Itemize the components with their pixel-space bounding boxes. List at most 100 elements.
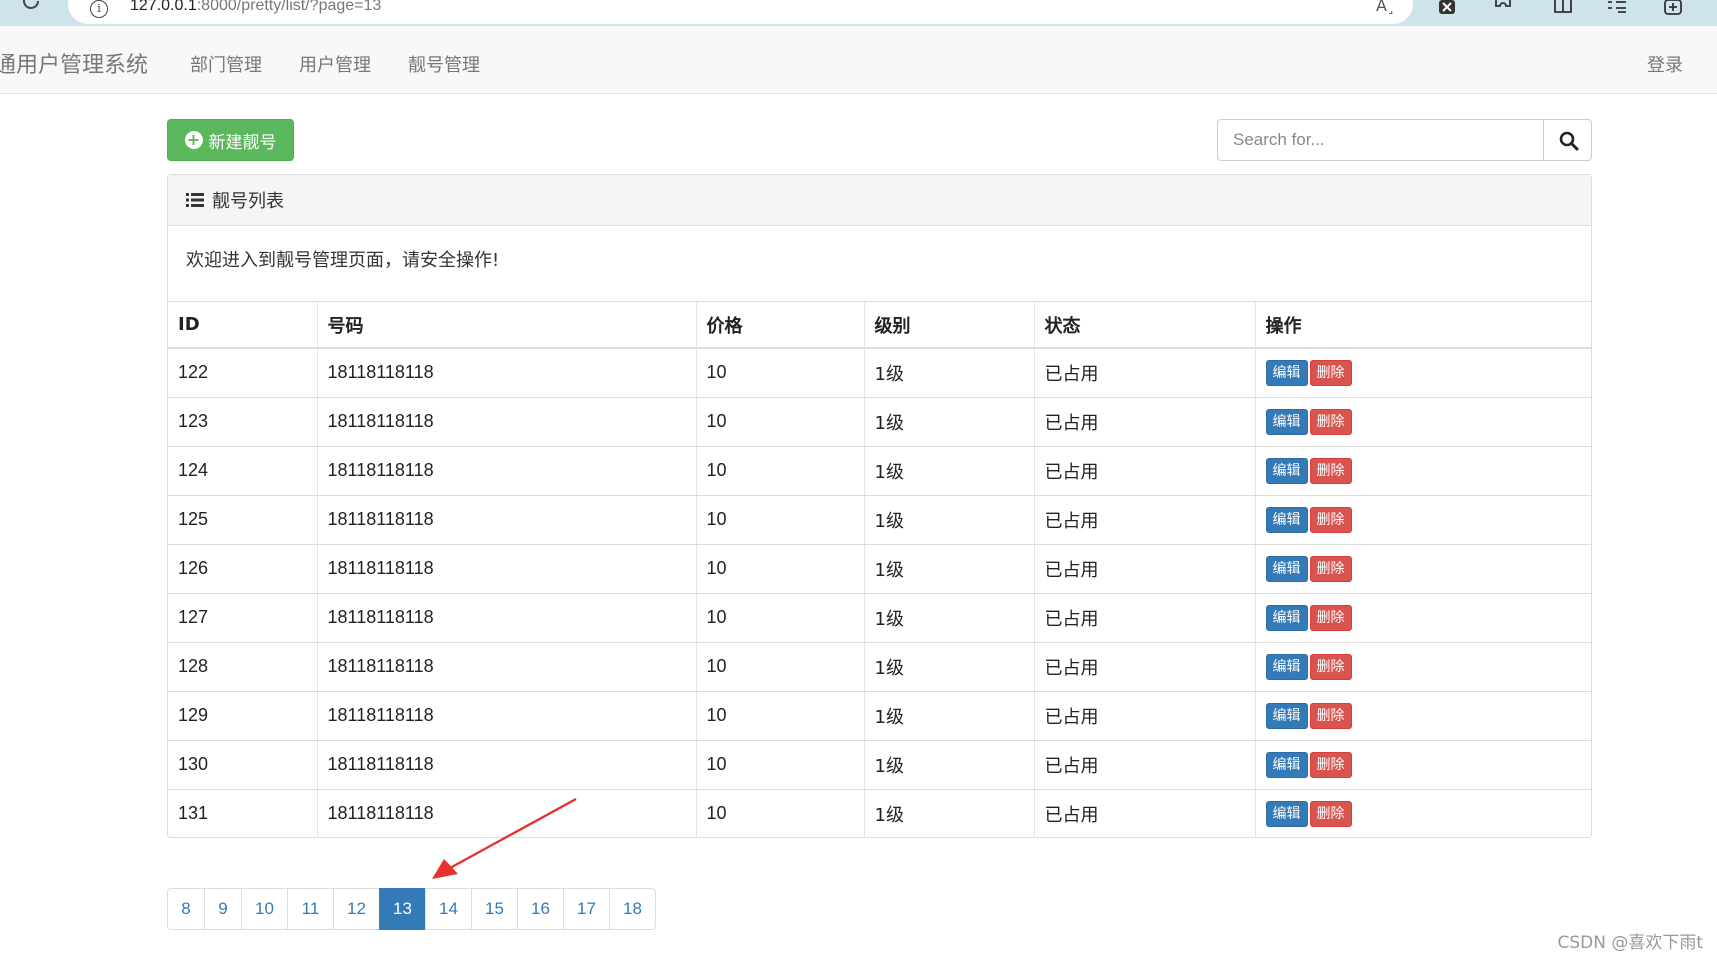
cell-status: 已占用 (1034, 593, 1256, 643)
address-bar[interactable]: i 127.0.0.1:8000/pretty/list/?page=13 A¸… (68, 0, 1456, 24)
edit-button[interactable]: 编辑 (1265, 506, 1308, 533)
cell-price: 10 (696, 593, 865, 643)
cell-price: 10 (696, 446, 865, 496)
table-row: 129 18118118118 10 1级 已占用 编辑 删除 (168, 691, 1591, 741)
delete-button[interactable]: 删除 (1309, 604, 1352, 631)
table-row: 130 18118118118 10 1级 已占用 编辑 删除 (168, 740, 1591, 790)
nav-login[interactable]: 登录 (1647, 51, 1683, 77)
cell-mobile: 18118118118 (317, 544, 697, 594)
search-input[interactable] (1217, 119, 1544, 161)
list-icon (186, 193, 204, 207)
brand-title[interactable]: 通用户管理系统 (0, 47, 148, 79)
delete-button[interactable]: 删除 (1309, 800, 1352, 827)
page-link-9[interactable]: 9 (204, 888, 242, 930)
cell-status: 已占用 (1034, 397, 1256, 447)
edit-button[interactable]: 编辑 (1265, 751, 1308, 778)
page-link-16[interactable]: 16 (517, 888, 564, 930)
delete-button[interactable]: 删除 (1309, 751, 1352, 778)
cell-level: 1级 (864, 691, 1035, 741)
edit-button[interactable]: 编辑 (1265, 800, 1308, 827)
cell-actions: 编辑 删除 (1255, 348, 1591, 398)
site-info-icon[interactable]: i (90, 0, 108, 18)
table-row: 125 18118118118 10 1级 已占用 编辑 删除 (168, 495, 1591, 545)
table-row: 127 18118118118 10 1级 已占用 编辑 删除 (168, 593, 1591, 643)
page-link-18[interactable]: 18 (609, 888, 656, 930)
collections-icon[interactable] (1662, 0, 1684, 18)
edit-button[interactable]: 编辑 (1265, 457, 1308, 484)
nav-department[interactable]: 部门管理 (190, 51, 262, 77)
cell-mobile: 18118118118 (317, 740, 697, 790)
split-screen-icon[interactable] (1552, 0, 1574, 18)
cell-id: 129 (168, 691, 318, 741)
page-link-12[interactable]: 12 (333, 888, 380, 930)
cell-status: 已占用 (1034, 544, 1256, 594)
page-link-10[interactable]: 10 (241, 888, 288, 930)
favorites-list-icon[interactable] (1606, 0, 1628, 18)
nav-users[interactable]: 用户管理 (299, 51, 371, 77)
delete-button[interactable]: 删除 (1309, 506, 1352, 533)
cell-level: 1级 (864, 740, 1035, 790)
cell-mobile: 18118118118 (317, 495, 697, 545)
cell-actions: 编辑 删除 (1255, 593, 1591, 643)
edit-button[interactable]: 编辑 (1265, 408, 1308, 435)
edit-button[interactable]: 编辑 (1265, 604, 1308, 631)
table-row: 131 18118118118 10 1级 已占用 编辑 删除 (168, 789, 1591, 838)
cell-id: 130 (168, 740, 318, 790)
cell-mobile: 18118118118 (317, 446, 697, 496)
pretty-number-table: ID 号码 价格 级别 状态 操作 122 18118118118 10 1级 已占用编… (168, 302, 1591, 838)
table-row: 124 18118118118 10 1级 已占用 编辑 删除 (168, 446, 1591, 496)
read-aloud-icon[interactable]: A¸ (1376, 0, 1395, 15)
delete-button[interactable]: 删除 (1309, 359, 1352, 386)
pagination: 8 9 10 11 12 13 14 15 16 17 18 (167, 888, 656, 930)
extension-x-icon[interactable] (1436, 0, 1458, 18)
page-link-17[interactable]: 17 (563, 888, 610, 930)
page-link-13[interactable]: 13 (379, 888, 426, 930)
cell-actions: 编辑 删除 (1255, 789, 1591, 838)
plus-circle-icon: + (184, 131, 203, 149)
cell-id: 128 (168, 642, 318, 692)
cell-price: 10 (696, 642, 865, 692)
cell-mobile: 18118118118 (317, 593, 697, 643)
panel-title: 靓号列表 (212, 191, 284, 212)
panel-heading: 靓号列表 (168, 175, 1591, 226)
cell-id: 127 (168, 593, 318, 643)
delete-button[interactable]: 删除 (1309, 408, 1352, 435)
new-pretty-number-button[interactable]: + 新建靓号 (167, 119, 294, 161)
delete-button[interactable]: 删除 (1309, 555, 1352, 582)
table-row: 122 18118118118 10 1级 已占用 编辑 删除 (168, 348, 1591, 398)
search-button[interactable] (1543, 119, 1592, 161)
page-link-15[interactable]: 15 (471, 888, 518, 930)
panel-welcome-text: 欢迎进入到靓号管理页面，请安全操作! (168, 226, 1591, 302)
reload-icon[interactable] (18, 0, 44, 14)
cell-level: 1级 (864, 348, 1035, 398)
cell-price: 10 (696, 495, 865, 545)
page-link-8[interactable]: 8 (167, 888, 205, 930)
delete-button[interactable]: 删除 (1309, 457, 1352, 484)
delete-button[interactable]: 删除 (1309, 702, 1352, 729)
cell-mobile: 18118118118 (317, 691, 697, 741)
search-group (1217, 119, 1592, 161)
table-row: 126 18118118118 10 1级 已占用 编辑 删除 (168, 544, 1591, 594)
edit-button[interactable]: 编辑 (1265, 702, 1308, 729)
url-text[interactable]: 127.0.0.1:8000/pretty/list/?page=13 (130, 0, 381, 15)
cell-price: 10 (696, 740, 865, 790)
delete-button[interactable]: 删除 (1309, 653, 1352, 680)
col-header-mobile: 号码 (317, 302, 697, 349)
cell-level: 1级 (864, 789, 1035, 838)
cell-price: 10 (696, 789, 865, 838)
page-link-11[interactable]: 11 (287, 888, 334, 930)
cell-price: 10 (696, 397, 865, 447)
csdn-watermark: CSDN @喜欢下雨t (1557, 933, 1703, 953)
cell-actions: 编辑 删除 (1255, 544, 1591, 594)
edit-button[interactable]: 编辑 (1265, 555, 1308, 582)
cell-level: 1级 (864, 397, 1035, 447)
cell-id: 131 (168, 789, 318, 838)
annotation-arrow (432, 797, 577, 879)
cell-price: 10 (696, 544, 865, 594)
edit-button[interactable]: 编辑 (1265, 359, 1308, 386)
page-link-14[interactable]: 14 (425, 888, 472, 930)
edit-button[interactable]: 编辑 (1265, 653, 1308, 680)
cell-id: 124 (168, 446, 318, 496)
extensions-puzzle-icon[interactable] (1492, 0, 1514, 18)
nav-pretty-numbers[interactable]: 靓号管理 (408, 51, 480, 77)
